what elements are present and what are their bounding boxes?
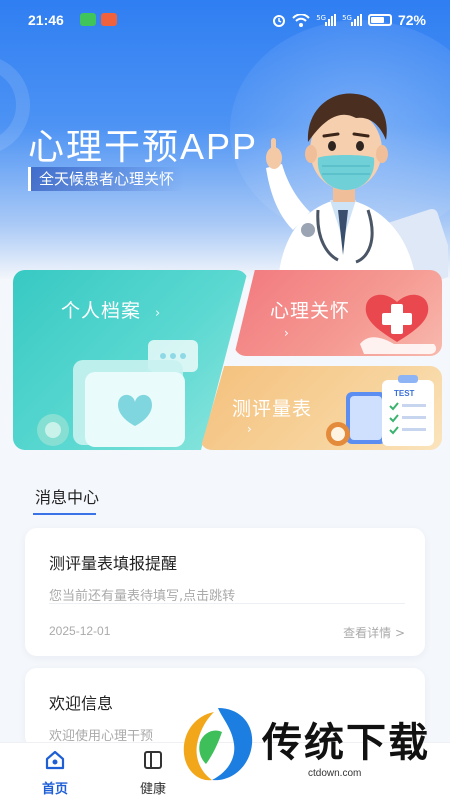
svg-text:TEST: TEST <box>394 389 415 398</box>
message-desc: 您当前还有量表待填写,点击跳转 <box>49 589 236 604</box>
wechat-notification-icon <box>80 13 96 26</box>
doctor-illustration <box>266 93 448 280</box>
home-icon <box>45 750 65 770</box>
chevron-right-icon: › <box>155 306 162 321</box>
decor-ring <box>0 55 30 155</box>
hero-banner: 心理干预APP 全天候患者心理关怀 <box>0 0 450 280</box>
chevron-right-icon: › <box>284 326 289 340</box>
alarm-icon <box>273 15 286 27</box>
app-subtitle: 全天候患者心理关怀 <box>28 167 185 191</box>
chevron-right-icon: › <box>247 422 252 436</box>
watermark-url: ctdown.com <box>308 768 362 779</box>
message-title: 测评量表填报提醒 <box>49 554 178 573</box>
message-card[interactable]: 测评量表填报提醒 您当前还有量表待填写,点击跳转 2025-12-01 查看详情… <box>25 528 425 656</box>
watermark: 传统下载 ctdown.com <box>170 690 450 800</box>
battery-percent: 72% <box>397 12 426 28</box>
scale-card-label: 测评量表 <box>232 398 313 420</box>
care-card-label: 心理关怀 <box>270 300 351 322</box>
message-title: 欢迎信息 <box>49 694 114 713</box>
section-underline <box>33 513 96 515</box>
divider <box>49 603 405 604</box>
battery-icon <box>367 14 392 26</box>
profile-card-label: 个人档案 › <box>61 300 162 322</box>
watermark-text: 传统下载 <box>262 720 430 766</box>
signal-icon: 5G <box>316 14 337 26</box>
tab-home-label: 首页 <box>41 782 68 797</box>
care-card[interactable]: 心理关怀 › <box>234 270 442 356</box>
app-notification-icon <box>101 13 117 26</box>
scale-card[interactable]: 测评量表 › TEST <box>200 366 442 450</box>
book-icon <box>144 751 162 769</box>
tab-home[interactable]: 首页 <box>20 743 90 800</box>
wifi-icon <box>292 13 310 27</box>
message-date: 2025-12-01 <box>49 624 111 638</box>
view-details-link[interactable]: 查看详情 > <box>343 624 405 641</box>
message-center-title: 消息中心 <box>35 488 100 507</box>
folder-illustration <box>37 340 198 447</box>
status-time: 21:46 <box>28 12 64 28</box>
watermark-logo-icon <box>183 708 253 781</box>
signal-icon-2: 5G <box>342 14 362 26</box>
app-title: 心理干预APP <box>28 126 259 167</box>
status-bar: 21:46 5G 5G 72% <box>0 0 450 40</box>
test-clipboard-icon: TEST <box>326 375 434 446</box>
heart-care-icon <box>360 294 437 354</box>
